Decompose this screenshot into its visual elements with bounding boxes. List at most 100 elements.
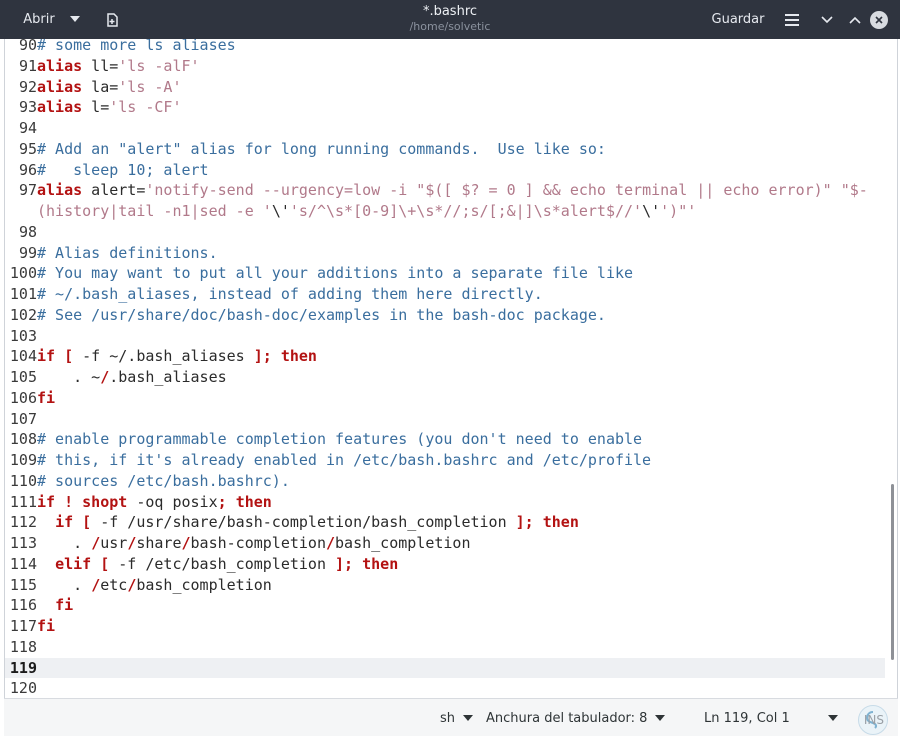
chevron-down-icon [655, 715, 666, 721]
line-number: 116 [9, 596, 37, 615]
text-editor-window: Abrir *.bashrc /home/solvetic Guardar 90… [0, 0, 900, 736]
code-line[interactable]: 107 [5, 409, 885, 430]
code-line[interactable]: 112 if [ -f /usr/share/bash-completion/b… [5, 512, 885, 533]
code-line[interactable]: 98 [5, 222, 885, 243]
code-text: fi [37, 388, 56, 407]
line-number: 110 [9, 471, 37, 490]
code-line[interactable]: 97alias alert='notify-send --urgency=low… [5, 180, 885, 201]
code-line[interactable]: 108# enable programmable completion feat… [5, 429, 885, 450]
line-number: 114 [9, 554, 37, 573]
cursor-position-label: Ln 119, Col 1 [704, 710, 790, 726]
code-text: # See /usr/share/doc/bash-doc/examples i… [37, 305, 606, 324]
code-text: # sleep 10; alert [37, 160, 209, 179]
chevron-up-icon [849, 16, 861, 24]
code-text: fi [37, 617, 56, 635]
language-label: sh [440, 710, 456, 726]
code-line[interactable]: 111if ! shopt -oq posix; then [5, 492, 885, 513]
code-text: if [ -f ~/.bash_aliases ]; then [37, 347, 317, 366]
code-line[interactable]: 114 elif [ -f /etc/bash_completion ]; th… [5, 554, 885, 575]
line-number: 119 [9, 658, 37, 677]
document-path: /home/solvetic [409, 20, 491, 33]
text-editor-area[interactable]: 90# some more ls aliases 91alias ll='ls -… [4, 39, 898, 698]
document-title: *.bashrc [422, 4, 478, 19]
line-number: 108 [9, 430, 37, 449]
line-number: 117 [9, 617, 37, 635]
cursor-position-selector[interactable]: Ln 119, Col 1 [704, 699, 838, 737]
code-text: # some more ls aliases [37, 39, 236, 54]
code-text: if ! shopt -oq posix; then [37, 492, 272, 511]
line-number: 103 [9, 326, 37, 345]
close-icon [870, 10, 888, 29]
line-number: 94 [18, 119, 37, 137]
tab-width-selector[interactable]: Anchura del tabulador: 8 [486, 699, 666, 737]
code-line[interactable]: 102# See /usr/share/doc/bash-doc/example… [5, 305, 885, 326]
code-text: # Add an "alert" alias for long running … [37, 139, 606, 158]
code-line[interactable]: 115 . /etc/bash_completion [5, 575, 885, 596]
code-line[interactable]: 100# You may want to put all your additi… [5, 263, 885, 284]
code-line[interactable]: 96# sleep 10; alert [5, 160, 885, 181]
window-title: *.bashrc /home/solvetic [300, 4, 600, 34]
close-button[interactable] [868, 0, 890, 39]
code-text: # Alias definitions. [37, 243, 218, 262]
code-line[interactable]: 106fi [5, 388, 885, 409]
line-number: 111 [9, 492, 37, 511]
code-line[interactable]: 101# ~/.bash_aliases, instead of adding … [5, 284, 885, 305]
open-button-label: Abrir [23, 12, 55, 27]
code-line[interactable]: 95# Add an "alert" alias for long runnin… [5, 139, 885, 160]
code-text: alias l='ls -CF' [37, 98, 182, 117]
chevron-down-icon[interactable] [70, 16, 80, 22]
code-line[interactable]: 103 [5, 326, 885, 347]
line-number: 95 [18, 139, 37, 158]
code-line[interactable]: 104if [ -f ~/.bash_aliases ]; then [5, 346, 885, 367]
code-text: fi [55, 596, 74, 615]
code-line[interactable]: 93alias l='ls -CF' [5, 97, 885, 118]
code-line[interactable]: 110# sources /etc/bash.bashrc). [5, 471, 885, 492]
line-number: 91 [18, 56, 37, 75]
code-line[interactable]: (history|tail -n1|sed -e '\''s/^\s*[0-9]… [5, 201, 885, 222]
insert-mode-indicator: INS [863, 713, 884, 727]
line-number: 115 [9, 575, 37, 594]
chevron-down-icon [463, 715, 474, 721]
code-line[interactable]: 118 [5, 637, 885, 658]
line-number: 120 [9, 679, 37, 698]
language-selector[interactable]: sh [440, 699, 474, 737]
line-number: 93 [18, 98, 37, 117]
tab-width-label: Anchura del tabulador: 8 [486, 710, 648, 726]
code-line[interactable]: 92alias la='ls -A' [5, 77, 885, 98]
code-text: if [ -f /usr/share/bash-completion/bash_… [55, 513, 579, 532]
code-line[interactable]: 116 fi [5, 595, 885, 616]
line-number: 90 [18, 39, 37, 54]
code-line[interactable]: 120 [5, 678, 885, 698]
code-line[interactable]: 99# Alias definitions. [5, 243, 885, 264]
menu-button[interactable] [780, 0, 804, 39]
line-number: 100 [9, 264, 37, 283]
line-number: 102 [9, 305, 37, 324]
code-line[interactable]: 113 . /usr/share/bash-completion/bash_co… [5, 533, 885, 554]
code-line[interactable]: 105 . ~/.bash_aliases [5, 367, 885, 388]
line-number: 113 [9, 534, 37, 552]
line-number: 112 [9, 513, 37, 532]
hamburger-menu-icon [785, 13, 799, 26]
new-document-button[interactable] [100, 0, 126, 39]
line-number: 107 [9, 409, 37, 428]
code-text: elif [ -f /etc/bash_completion ]; then [55, 554, 399, 573]
code-text: # You may want to put all your additions… [37, 264, 634, 283]
code-text: . ~/.bash_aliases [37, 368, 227, 386]
line-number: 99 [18, 243, 37, 262]
code-line[interactable]: 119 [5, 657, 885, 679]
line-number: 96 [18, 160, 37, 179]
save-button[interactable]: Guardar [702, 0, 774, 39]
code-line[interactable]: 109# this, if it's already enabled in /e… [5, 450, 885, 471]
code-text: . /etc/bash_completion [37, 575, 272, 594]
code-text: alias ll='ls -alF' [37, 56, 200, 75]
open-button[interactable]: Abrir [6, 0, 94, 39]
maximize-button[interactable] [844, 0, 866, 39]
code-line[interactable]: 90# some more ls aliases [5, 39, 885, 56]
minimize-button[interactable] [816, 0, 838, 39]
vertical-scrollbar[interactable] [891, 484, 894, 660]
code-line[interactable]: 117fi [5, 616, 885, 637]
new-document-icon [107, 12, 118, 27]
code-line[interactable]: 94 [5, 118, 885, 139]
code-line[interactable]: 91alias ll='ls -alF' [5, 56, 885, 77]
code-text: # ~/.bash_aliases, instead of adding the… [37, 285, 543, 303]
